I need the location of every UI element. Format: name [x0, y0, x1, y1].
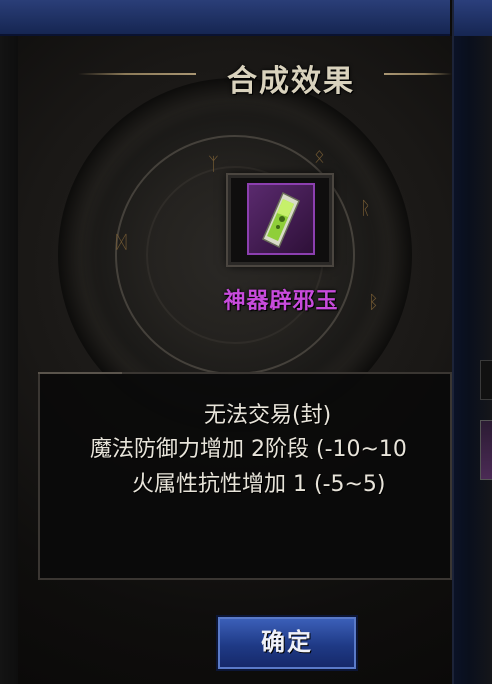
rune-glyph: ᛒ: [368, 292, 379, 313]
tooltip-corner: [38, 372, 122, 374]
jade-card-icon: [262, 191, 300, 249]
title-divider-right: [384, 73, 452, 75]
left-edge-panel: [0, 36, 18, 684]
rune-glyph: ᛞ: [116, 232, 127, 253]
dialog-title: 合成效果: [227, 64, 355, 99]
right-title-bar: [454, 0, 492, 36]
rune-glyph: ᛉ: [208, 154, 219, 175]
synthesis-result-dialog: ᛉ ᛟ ᚱ ᛞ ᛒ 合成效果: [18, 36, 452, 684]
result-item-slot[interactable]: [228, 175, 332, 265]
dialog-header: 合成效果: [18, 54, 452, 99]
fire-resist-stat: 火属性抗性增加 1 (-5~5): [132, 472, 386, 497]
confirm-button[interactable]: 确定: [218, 617, 356, 669]
side-slot: [480, 360, 492, 400]
item-frame: [247, 183, 315, 255]
window-title-bar: [0, 0, 450, 36]
item-name: 神器辟邪玉: [223, 289, 339, 314]
rune-glyph: ᛟ: [314, 146, 325, 167]
trade-restriction-text: 无法交易(封): [204, 403, 332, 428]
item-tooltip: 无法交易(封) 魔法防御力增加 2阶段 (-10~10 火属性抗性增加 1 (-…: [38, 372, 452, 580]
side-item: [480, 420, 492, 480]
rune-glyph: ᚱ: [360, 198, 371, 219]
magic-defense-stat: 魔法防御力增加 2阶段 (-10~10: [90, 437, 407, 462]
right-edge-panel: [452, 0, 492, 684]
title-divider-left: [78, 73, 196, 75]
